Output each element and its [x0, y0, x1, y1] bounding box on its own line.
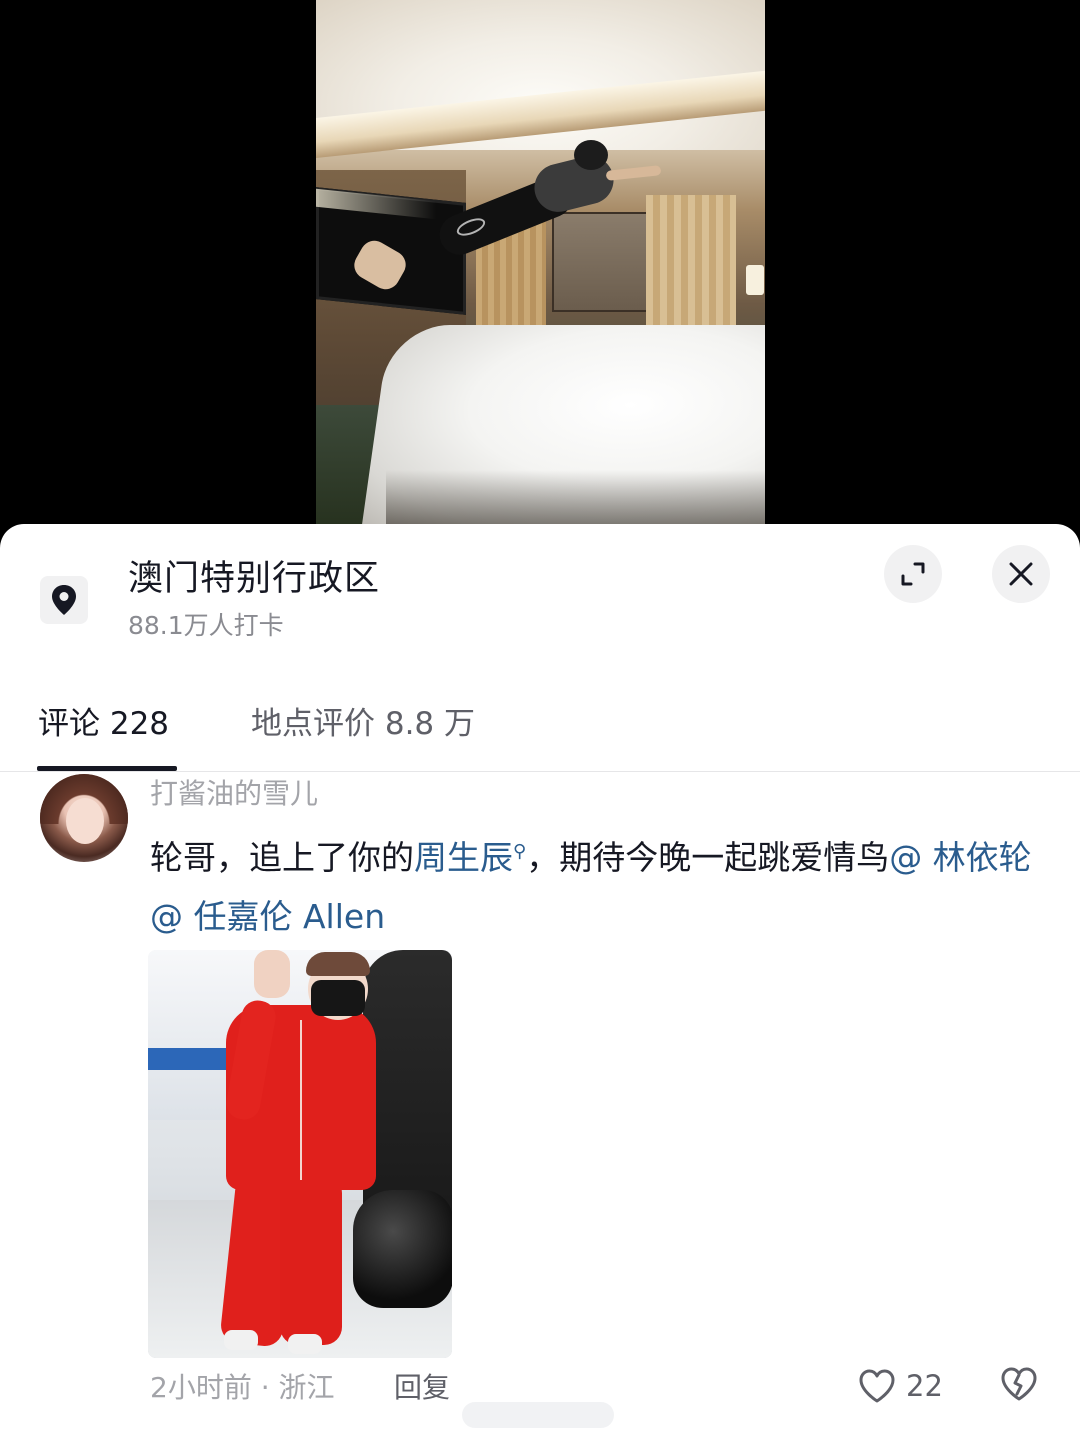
comment-text-prefix: 轮哥，追上了你的: [150, 838, 414, 877]
location-pin-icon: [40, 576, 88, 624]
tab-place-reviews[interactable]: 地点评价 8.8 万: [251, 702, 475, 746]
expand-button[interactable]: [884, 545, 942, 603]
comment-text-middle: ，期待今晚一起跳爱情鸟: [526, 838, 890, 877]
comment-image-pants: [280, 1175, 342, 1345]
search-icon: ⚲: [513, 841, 527, 862]
comment-image-hand: [254, 950, 290, 998]
comment-image[interactable]: [148, 950, 452, 1358]
location-title[interactable]: 澳门特别行政区: [128, 557, 380, 601]
tab-bar: 评论 228 地点评价 8.8 万: [0, 690, 1080, 772]
heart-icon: [859, 1369, 895, 1403]
mention-link[interactable]: @ 任嘉伦 Allen: [150, 897, 385, 936]
video-bed-shadow: [386, 470, 765, 525]
video-person-head: [574, 140, 608, 170]
comment-image-shoe: [224, 1330, 258, 1350]
comment-image-zipper: [300, 1020, 302, 1180]
like-button[interactable]: 22: [858, 1364, 943, 1408]
linked-search-term[interactable]: 周生辰: [414, 838, 513, 877]
expand-icon: [901, 562, 925, 586]
comment-image-bag: [353, 1190, 452, 1308]
comment-image-mask: [311, 980, 365, 1016]
mention-link[interactable]: @ 林依轮: [889, 838, 1032, 877]
reply-button[interactable]: 回复: [394, 1366, 450, 1410]
location-checkins: 88.1万人打卡: [128, 611, 284, 640]
comment-text: 轮哥，追上了你的周生辰⚲，期待今晚一起跳爱情鸟@ 林依轮 @ 任嘉伦 Allen: [150, 822, 1050, 946]
video-lamp: [746, 265, 764, 295]
video-frame[interactable]: [316, 0, 765, 525]
watermark: [462, 1402, 614, 1428]
close-button[interactable]: [992, 545, 1050, 603]
comment-time-location: 2小时前 · 浙江: [150, 1371, 335, 1404]
tab-comments[interactable]: 评论 228: [38, 702, 169, 746]
close-icon: [1009, 562, 1033, 586]
active-tab-indicator: [37, 766, 177, 771]
broken-heart-icon: [1001, 1367, 1037, 1401]
video-area[interactable]: [0, 0, 1080, 540]
comment-image-shoe: [288, 1334, 322, 1354]
avatar[interactable]: [40, 774, 128, 862]
avatar-face: [66, 798, 104, 844]
dislike-button[interactable]: [1000, 1366, 1038, 1406]
video-person-arm: [605, 165, 662, 181]
comment-image-hair: [306, 952, 370, 976]
video-window: [552, 212, 652, 312]
like-count: 22: [906, 1369, 943, 1403]
video-curtain-right: [646, 195, 736, 345]
comment-username[interactable]: 打酱油的雪儿: [150, 774, 318, 814]
